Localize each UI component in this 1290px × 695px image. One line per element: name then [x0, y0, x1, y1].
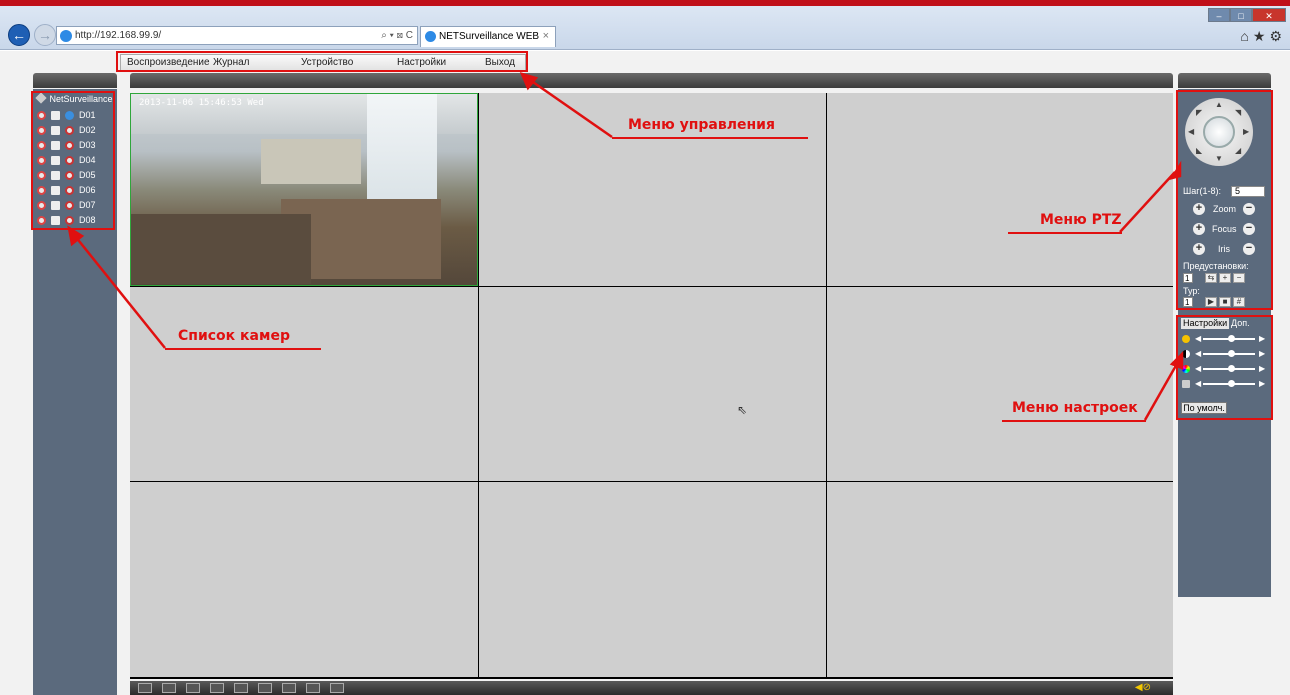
- annotation-cameras-underline: [165, 348, 321, 350]
- annotation-settings-underline: [1002, 420, 1146, 422]
- annotation-cameras: Список камер: [178, 328, 290, 344]
- annotation-menu: Меню управления: [628, 117, 775, 133]
- annotation-ptz: Меню PTZ: [1040, 212, 1122, 228]
- annotation-settings: Меню настроек: [1012, 400, 1138, 416]
- arrow-settings-head: [1169, 350, 1184, 370]
- arrow-cameras: [74, 235, 166, 349]
- arrow-ptz-head: [1169, 160, 1182, 180]
- arrow-ptz: [1119, 171, 1176, 233]
- arrow-menu: [529, 78, 613, 139]
- arrow-settings: [1143, 361, 1180, 421]
- screen: ← → http://192.168.99.9/ ⌕ ▾ ⊠ C NETSurv…: [0, 0, 1290, 695]
- annotation-menu-underline: [612, 137, 808, 139]
- arrow-menu-head: [519, 72, 539, 91]
- annotation-ptz-underline: [1008, 232, 1122, 234]
